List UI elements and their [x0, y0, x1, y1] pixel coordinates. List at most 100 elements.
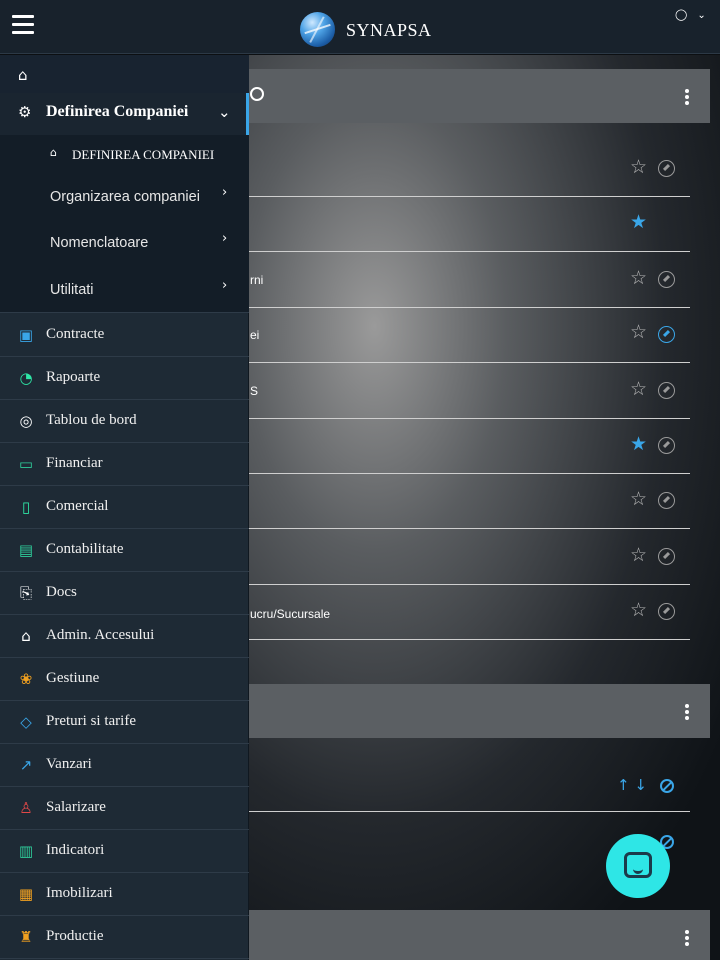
sidebar-subitem-label: DEFINIREA COMPANIEI — [72, 147, 215, 162]
user-menu[interactable]: ◯ ⌄ — [675, 8, 706, 21]
compass-icon[interactable] — [658, 270, 675, 288]
chevron-down-icon: ⌄ — [697, 10, 706, 21]
compass-icon[interactable] — [658, 492, 675, 510]
list-item-label: ei — [250, 328, 260, 343]
list-item: ☆ — [245, 142, 690, 197]
compass-icon[interactable] — [658, 547, 675, 565]
sidebar-section-label: Definirea Companiei — [46, 103, 189, 120]
sidebar-item-imobilizari[interactable]: ▦ Imobilizari — [0, 873, 249, 916]
compass-icon[interactable] — [658, 437, 675, 454]
list-item-label: S — [250, 383, 259, 398]
star-filled-icon[interactable]: ★ — [630, 213, 647, 232]
list-item: ☆ — [245, 474, 690, 530]
sidebar-item-tablou-de-bord[interactable]: ◎ Tablou de bord — [0, 400, 249, 443]
wallet-icon: ▭ — [18, 455, 34, 473]
sidebar-subitem-definirea-companiei[interactable]: ⌂ DEFINIREA COMPANIEI — [0, 138, 249, 170]
sidebar-home[interactable]: ⌂ — [0, 55, 249, 93]
sidebar-item-vanzari[interactable]: ↗ Vanzari — [0, 744, 249, 787]
sidebar-subitem-label: Nomenclatoare — [50, 235, 149, 251]
star-icon[interactable]: ☆ — [630, 380, 647, 399]
sidebar-item-indicatori[interactable]: ▥ Indicatori — [0, 830, 249, 873]
hamburger-menu-icon[interactable] — [12, 15, 34, 35]
sidebar-item-gestiune[interactable]: ❀ Gestiune — [0, 658, 249, 701]
sidebar-item-label: Gestiune — [46, 670, 100, 686]
panel-header-3 — [245, 910, 710, 960]
more-options-icon[interactable] — [685, 89, 690, 107]
list-item: ★ — [245, 419, 690, 474]
list-item: S ☆ — [245, 364, 690, 419]
list-item: rni ☆ — [245, 253, 690, 308]
sidebar-subitem-nomenclatoare[interactable]: Nomenclatoare › — [0, 223, 249, 263]
home-icon: ⌂ — [18, 66, 28, 84]
synapsa-logo — [300, 12, 335, 47]
list-item: ucru/Sucursale ☆ — [245, 585, 690, 641]
sidebar-subitem-organizarea[interactable]: Organizarea companiei › — [0, 177, 249, 217]
sidebar-item-admin-accesului[interactable]: ⌂ Admin. Accesului — [0, 615, 249, 658]
star-icon[interactable]: ☆ — [630, 601, 647, 620]
sidebar-subitem-label: Organizarea companiei — [50, 189, 200, 205]
star-filled-icon[interactable]: ★ — [630, 435, 647, 454]
sidebar-item-docs[interactable]: ⎘ Docs — [0, 572, 249, 615]
tag-icon: ◇ — [20, 713, 32, 731]
sidebar-item-label: Contabilitate — [46, 541, 124, 557]
top-bar: SYNAPSA ◯ ⌄ — [0, 0, 720, 54]
chevron-right-icon: › — [222, 231, 228, 246]
compass-icon[interactable] — [658, 326, 675, 344]
star-icon[interactable]: ☆ — [630, 158, 647, 177]
sidebar-item-label: Docs — [46, 584, 77, 600]
sidebar-item-label: Salarizare — [46, 799, 106, 815]
block-icon[interactable] — [660, 779, 674, 793]
more-options-icon[interactable] — [685, 930, 690, 948]
more-options-icon[interactable] — [685, 704, 690, 722]
documents-icon: ⎘ — [19, 584, 32, 602]
list-item: ei ☆ — [245, 308, 690, 364]
list-item-label: rni — [250, 272, 264, 287]
sidebar-item-comercial[interactable]: ▯ Comercial — [0, 486, 249, 529]
sidebar-item-label: Vanzari — [46, 756, 92, 772]
sidebar-item-productie[interactable]: ♜ Productie — [0, 916, 249, 959]
ledger-icon: ▤ — [18, 541, 34, 559]
panel-header-1 — [245, 69, 710, 123]
bar-chart-icon: ▥ — [18, 842, 34, 860]
star-icon[interactable]: ☆ — [630, 269, 647, 288]
compass-icon[interactable] — [658, 603, 675, 621]
sidebar-item-preturi-si-tarife[interactable]: ◇ Preturi si tarife — [0, 701, 249, 744]
sidebar-item-rapoarte[interactable]: ◔ Rapoarte — [0, 357, 249, 400]
sidebar-item-contabilitate[interactable]: ▤ Contabilitate — [0, 529, 249, 572]
sidebar-item-contracte[interactable]: ▣ Contracte — [0, 314, 249, 357]
star-icon[interactable]: ☆ — [630, 546, 647, 565]
star-icon[interactable]: ☆ — [630, 323, 647, 342]
chevron-right-icon: › — [222, 185, 228, 200]
sidebar-subitem-utilitati[interactable]: Utilitati › — [0, 270, 249, 310]
compass-icon[interactable] — [658, 160, 675, 177]
sidebar-section-definirea-companiei[interactable]: ⚙ Definirea Companiei ⌄ — [0, 93, 249, 135]
list-item-label: ucru/Sucursale — [250, 607, 331, 622]
sidebar-item-label: Comercial — [46, 498, 109, 514]
chat-button[interactable] — [606, 834, 670, 898]
compass-icon — [250, 87, 264, 101]
brand-name: SYNAPSA — [346, 20, 432, 40]
briefcase-icon: ▣ — [18, 326, 34, 344]
sidebar-item-financiar[interactable]: ▭ Financiar — [0, 443, 249, 486]
sidebar-item-label: Preturi si tarife — [46, 713, 136, 729]
sidebar-item-salarizare[interactable]: ♙ Salarizare — [0, 787, 249, 830]
sidebar-item-label: Indicatori — [46, 842, 105, 858]
sidebar: ⌂ ⚙ Definirea Companiei ⌄ ⌂ DEFINIREA CO… — [0, 55, 249, 960]
boxes-icon: ❀ — [19, 670, 33, 688]
sidebar-item-label: Financiar — [46, 455, 103, 471]
chevron-right-icon: › — [222, 278, 228, 293]
sidebar-item-label: Tablou de bord — [46, 412, 137, 428]
sidebar-item-label: Rapoarte — [46, 369, 101, 385]
sidebar-item-label: Imobilizari — [46, 885, 113, 901]
home-icon: ⌂ — [50, 146, 57, 159]
panel-header-2 — [245, 684, 710, 738]
compass-icon[interactable] — [658, 381, 675, 399]
sort-arrows-icon[interactable]: ↑ ↓ — [617, 776, 647, 794]
pie-chart-icon: ◔ — [19, 369, 33, 387]
sidebar-submenu: ⌂ DEFINIREA COMPANIEI Organizarea compan… — [0, 135, 249, 313]
compass-icon: ◎ — [19, 412, 33, 430]
star-icon[interactable]: ☆ — [630, 490, 647, 509]
factory-icon: ♜ — [19, 928, 33, 946]
chat-icon — [624, 852, 652, 878]
list-item: ☆ — [245, 530, 690, 585]
